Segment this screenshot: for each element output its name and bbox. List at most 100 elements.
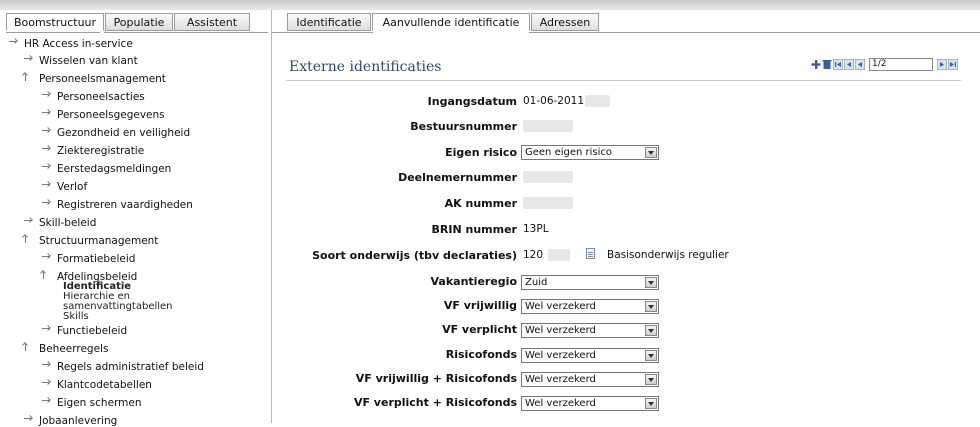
tree-item-ziekteregistratie[interactable]: Ziekteregistratie [40,145,144,157]
tree-item-gezondheid[interactable]: Gezondheid en veiligheid [40,127,190,139]
tree-item-label: Eerstedagsmeldingen [57,163,172,175]
label-vakantieregio: Vakantieregio [430,275,517,288]
record-pager: 1/2 [811,58,958,71]
tree-item-eerstedagsmeldingen[interactable]: Eerstedagsmeldingen [40,163,171,175]
previous-page-icon[interactable] [844,59,854,70]
label-deelnemernummer: Deelnemernummer [398,171,517,184]
tab-aanvullende-identificatie[interactable]: Aanvullende identificatie [372,13,530,31]
select-value: Wel verzekerd [525,325,596,336]
next-page-icon[interactable] [937,59,947,70]
add-record-icon[interactable] [811,59,821,70]
tree-arrow-icon [40,145,52,155]
tree-item-root[interactable]: HR Access in-service [7,38,133,50]
field-placeholder [585,95,610,107]
tree-item-personeelsmanagement[interactable]: Personeelsmanagement [22,73,166,85]
first-page-icon[interactable] [833,59,843,70]
label-eigen-risico: Eigen risico [445,146,517,159]
tab-identificatie[interactable]: Identificatie [287,13,371,31]
detail-panel: Identificatie Aanvullende identificatie … [272,10,980,423]
tree-item-eigen-schermen[interactable]: Eigen schermen [40,397,142,409]
tree-item-functiebeleid[interactable]: Functiebeleid [40,325,127,337]
label-vf-verplicht-risicofonds: VF verplicht + Risicofonds [353,396,517,409]
select-value: Geen eigen risico [525,147,613,158]
tree-item-label: Ziekteregistratie [57,145,145,157]
tab-assistent[interactable]: Assistent [174,13,250,31]
label-vf-vrijwillig-risicofonds: VF vrijwillig + Risicofonds [355,372,517,385]
tab-divider [272,32,373,33]
tree-item-beheerregels[interactable]: Beheerregels [22,343,108,355]
ak-nummer-field[interactable] [523,197,573,209]
tree-item-label: Structuurmanagement [39,235,159,247]
tab-divider [529,32,980,33]
tree-arrow-icon [40,91,52,101]
tree-item-jobaanlevering[interactable]: Jobaanlevering [22,415,117,427]
label-vf-vrijwillig: VF vrijwillig [443,299,517,312]
tree-item-label: Functiebeleid [57,325,128,337]
chevron-down-icon [645,325,657,336]
tree-arrow-expanded-icon [40,271,52,281]
tree-item-label: Personeelsacties [57,91,145,103]
tab-adressen[interactable]: Adressen [531,13,599,31]
tree-item-label: Registreren vaardigheden [57,199,193,211]
previous-page-icon[interactable] [855,59,865,70]
page-number-input[interactable]: 1/2 [869,58,933,71]
vf-verplicht-risicofonds-select[interactable]: Wel verzekerd [521,396,659,411]
chevron-down-icon [645,398,657,409]
tree-item-label: Personeelsgegevens [57,109,165,121]
window-top-bar [0,0,980,10]
chevron-down-icon [645,374,657,385]
select-value: Wel verzekerd [525,350,596,361]
tree-item-label: Personeelsmanagement [39,73,166,85]
tab-boomstructuur[interactable]: Boomstructuur [6,13,104,31]
tab-populatie[interactable]: Populatie [105,13,173,31]
tree-item-verlof[interactable]: Verlof [40,181,87,193]
tree-item-personeelsgegevens[interactable]: Personeelsgegevens [40,109,165,121]
field-placeholder [548,249,570,261]
value-brin-nummer[interactable]: 13PL [523,223,549,235]
tree-item-klantcodetabellen[interactable]: Klantcodetabellen [40,379,152,391]
tree-arrow-icon [40,379,52,389]
delete-record-icon[interactable] [822,59,832,70]
tree-item-structuurmanagement[interactable]: Structuurmanagement [22,235,158,247]
soort-onderwijs-description: Basisonderwijs regulier [607,249,729,261]
tree-item-registreren[interactable]: Registreren vaardigheden [40,199,193,211]
tree-item-label: Beheerregels [39,343,109,355]
tree-item-label: Regels administratief beleid [57,361,204,373]
navigation-panel: Boomstructuur Populatie Assistent HR Acc… [0,10,272,427]
tree-arrow-icon [22,415,34,425]
value-soort-onderwijs[interactable]: 120 [523,249,543,261]
tree-arrow-expanded-icon [22,235,34,245]
label-vf-verplicht: VF verplicht [442,323,517,336]
last-page-icon[interactable] [948,59,958,70]
lookup-document-icon[interactable] [586,248,595,259]
tree-item-wisselen[interactable]: Wisselen van klant [22,55,138,67]
tree-item-skill-beleid[interactable]: Skill-beleid [22,217,96,229]
tree-arrow-icon [22,217,34,227]
vf-vrijwillig-risicofonds-select[interactable]: Wel verzekerd [521,372,659,387]
tab-divider [6,32,100,33]
label-brin-nummer: BRIN nummer [431,223,517,236]
vf-vrijwillig-select[interactable]: Wel verzekerd [521,299,659,314]
risicofonds-select[interactable]: Wel verzekerd [521,348,659,363]
chevron-down-icon [645,277,657,288]
tree-item-formatiebeleid[interactable]: Formatiebeleid [40,253,135,265]
deelnemernummer-field[interactable] [523,171,573,183]
select-value: Wel verzekerd [525,398,596,409]
vakantieregio-select[interactable]: Zuid [521,275,659,290]
value-ingangsdatum[interactable]: 01-06-2011 [523,95,584,107]
bestuursnummer-field[interactable] [523,120,573,132]
tree-item-label: Skill-beleid [39,217,97,229]
tree-item-regels-administratief[interactable]: Regels administratief beleid [40,361,204,373]
tree-arrow-icon [40,127,52,137]
chevron-down-icon [645,301,657,312]
tree-arrow-icon [40,325,52,335]
subitem-skills[interactable]: Skills [63,312,173,322]
select-value: Wel verzekerd [525,301,596,312]
vf-verplicht-select[interactable]: Wel verzekerd [521,323,659,338]
select-value: Zuid [525,277,548,288]
tree-item-label: Gezondheid en veiligheid [57,127,191,139]
tree-item-personeelsacties[interactable]: Personeelsacties [40,91,145,103]
tree-item-label: Eigen schermen [57,397,142,409]
subitem-hierarchie[interactable]: Hierarchie en samenvattingtabellen [63,292,173,312]
eigen-risico-select[interactable]: Geen eigen risico [521,145,659,160]
